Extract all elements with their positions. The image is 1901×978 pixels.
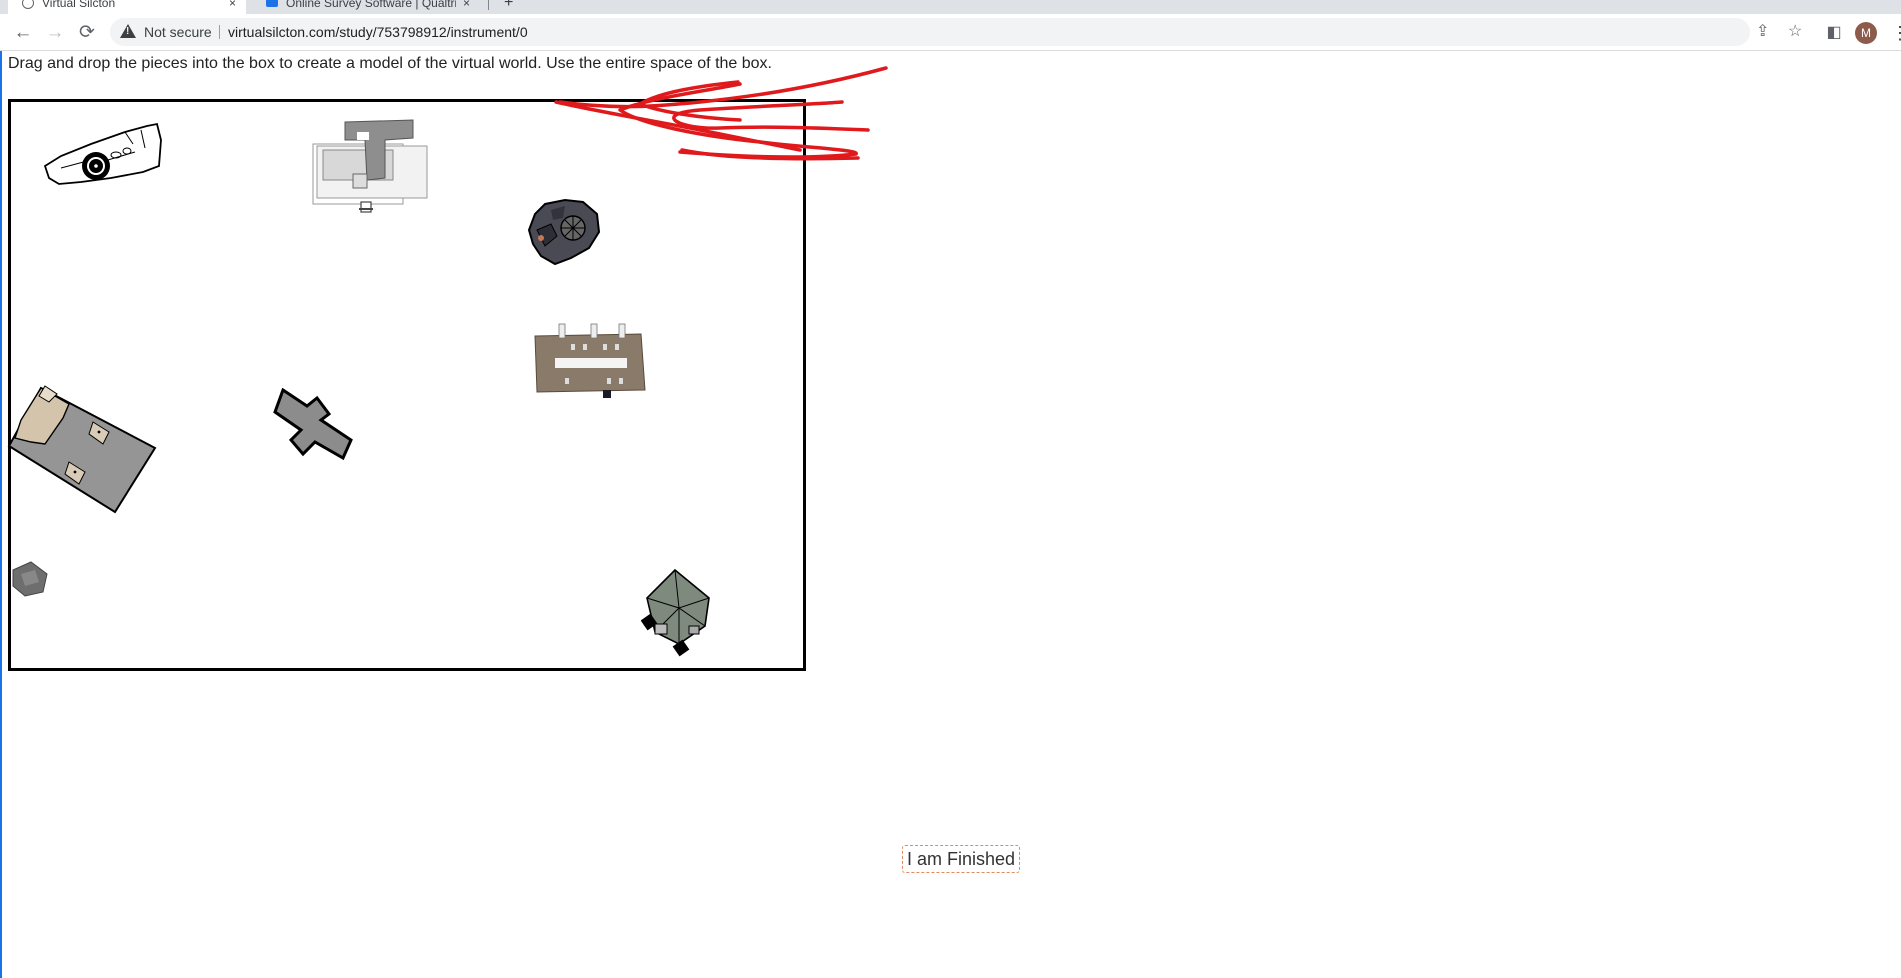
side-panel-icon[interactable]: ◧: [1822, 21, 1846, 45]
url-text[interactable]: virtualsilcton.com/study/753798912/instr…: [228, 18, 528, 46]
piece-small-gray-building[interactable]: [9, 558, 53, 602]
piece-tan-tilted-building[interactable]: [5, 378, 161, 518]
profile-avatar[interactable]: M: [1855, 22, 1877, 44]
drop-box[interactable]: [5, 99, 806, 671]
instructions-text: Drag and drop the pieces into the box to…: [8, 55, 772, 72]
browser-toolbar: ← → ⟳ Not secure virtualsilcton.com/stud…: [0, 14, 1901, 51]
forward-button[interactable]: →: [43, 21, 67, 45]
address-bar[interactable]: Not secure virtualsilcton.com/study/7537…: [110, 18, 1802, 46]
piece-dark-octagonal-building[interactable]: [527, 196, 603, 268]
piece-gray-t-building[interactable]: [309, 118, 429, 218]
tab-label: Virtual Silcton: [42, 0, 116, 10]
reload-button[interactable]: ⟳: [75, 21, 99, 45]
piece-gray-pyramid-roof-building[interactable]: [641, 568, 717, 658]
tab-strip: Virtual Silcton × Online Survey Software…: [0, 0, 1901, 14]
qualtrics-icon: [266, 0, 278, 7]
address-separator: [219, 25, 220, 39]
bookmark-star-icon[interactable]: ☆: [1788, 18, 1802, 46]
back-button[interactable]: ←: [11, 21, 35, 45]
finish-button[interactable]: I am Finished: [902, 845, 1020, 873]
piece-brown-rectangular-building[interactable]: [531, 322, 649, 406]
menu-icon[interactable]: ⋮: [1891, 22, 1901, 44]
close-tab-icon[interactable]: ×: [229, 0, 236, 14]
share-icon[interactable]: ⇪: [1756, 18, 1769, 46]
new-tab-button[interactable]: +: [504, 0, 513, 14]
globe-icon: [22, 0, 34, 9]
tab-separator: [488, 0, 489, 10]
tab-label: Online Survey Software | Qualtrics: [286, 0, 456, 10]
piece-gray-cross-building[interactable]: [273, 388, 361, 468]
close-tab-icon[interactable]: ×: [463, 0, 470, 14]
security-label[interactable]: Not secure: [144, 18, 212, 46]
tab-virtual-silcton[interactable]: Virtual Silcton ×: [8, 0, 246, 14]
warning-icon[interactable]: [120, 24, 136, 38]
piece-white-building-with-circle[interactable]: [41, 122, 165, 194]
window-edge: [0, 0, 2, 978]
tab-qualtrics[interactable]: Online Survey Software | Qualtrics ×: [252, 0, 480, 14]
